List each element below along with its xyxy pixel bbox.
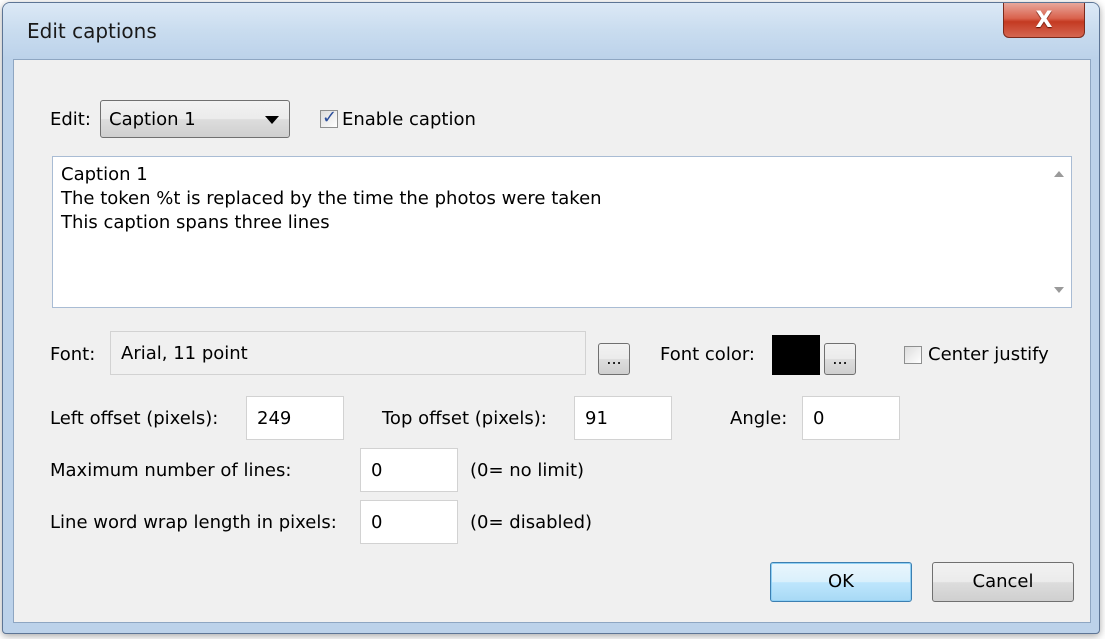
max-lines-hint: (0= no limit): [470, 460, 585, 481]
caption-text: Caption 1 The token %t is replaced by th…: [61, 163, 602, 235]
center-justify-checkbox[interactable]: [904, 346, 922, 364]
dialog-title: Edit captions: [27, 19, 157, 43]
title-bar: Edit captions X: [3, 3, 1099, 59]
left-offset-input[interactable]: 249: [246, 396, 344, 440]
cancel-button[interactable]: Cancel: [932, 562, 1074, 602]
close-button[interactable]: X: [1003, 3, 1085, 38]
word-wrap-label: Line word wrap length in pixels:: [50, 512, 337, 533]
vertical-scrollbar[interactable]: [1047, 157, 1071, 307]
edit-captions-dialog: Edit captions X Edit: Caption 1 ✓ Enable…: [2, 2, 1100, 634]
caption-line: The token %t is replaced by the time the…: [61, 188, 602, 209]
scroll-down-icon[interactable]: [1054, 287, 1064, 293]
max-lines-label: Maximum number of lines:: [50, 460, 292, 481]
word-wrap-input[interactable]: 0: [360, 500, 458, 544]
font-label: Font:: [50, 344, 96, 365]
font-color-browse-button[interactable]: ...: [824, 343, 856, 375]
checkmark-icon: ✓: [322, 107, 338, 128]
word-wrap-value: 0: [371, 512, 383, 533]
font-field: Arial, 11 point: [110, 331, 586, 375]
angle-label: Angle:: [730, 408, 788, 429]
enable-caption-label[interactable]: Enable caption: [342, 109, 476, 130]
chevron-down-icon: [265, 116, 279, 124]
close-icon: X: [1035, 7, 1053, 33]
caption-line: This caption spans three lines: [61, 212, 330, 233]
center-justify-label[interactable]: Center justify: [928, 344, 1049, 365]
font-browse-button[interactable]: ...: [598, 343, 630, 375]
angle-input[interactable]: 0: [802, 396, 900, 440]
left-offset-label: Left offset (pixels):: [50, 408, 219, 429]
dialog-body: Edit: Caption 1 ✓ Enable caption Caption…: [13, 59, 1091, 623]
word-wrap-hint: (0= disabled): [470, 512, 593, 533]
font-color-label: Font color:: [660, 344, 755, 365]
max-lines-input[interactable]: 0: [360, 448, 458, 492]
top-offset-value: 91: [585, 408, 608, 429]
ok-button[interactable]: OK: [770, 562, 912, 602]
top-offset-input[interactable]: 91: [574, 396, 672, 440]
caption-select[interactable]: Caption 1: [100, 100, 290, 138]
caption-textarea[interactable]: Caption 1 The token %t is replaced by th…: [52, 156, 1072, 308]
scroll-up-icon[interactable]: [1054, 171, 1064, 177]
enable-caption-checkbox[interactable]: ✓: [320, 107, 338, 128]
font-value: Arial, 11 point: [121, 343, 248, 364]
edit-label: Edit:: [50, 109, 91, 130]
max-lines-value: 0: [371, 460, 383, 481]
top-offset-label: Top offset (pixels):: [382, 408, 547, 429]
caption-line: Caption 1: [61, 164, 148, 185]
font-color-swatch: [772, 335, 820, 375]
left-offset-value: 249: [257, 408, 292, 429]
caption-select-value: Caption 1: [109, 109, 196, 130]
angle-value: 0: [813, 408, 825, 429]
